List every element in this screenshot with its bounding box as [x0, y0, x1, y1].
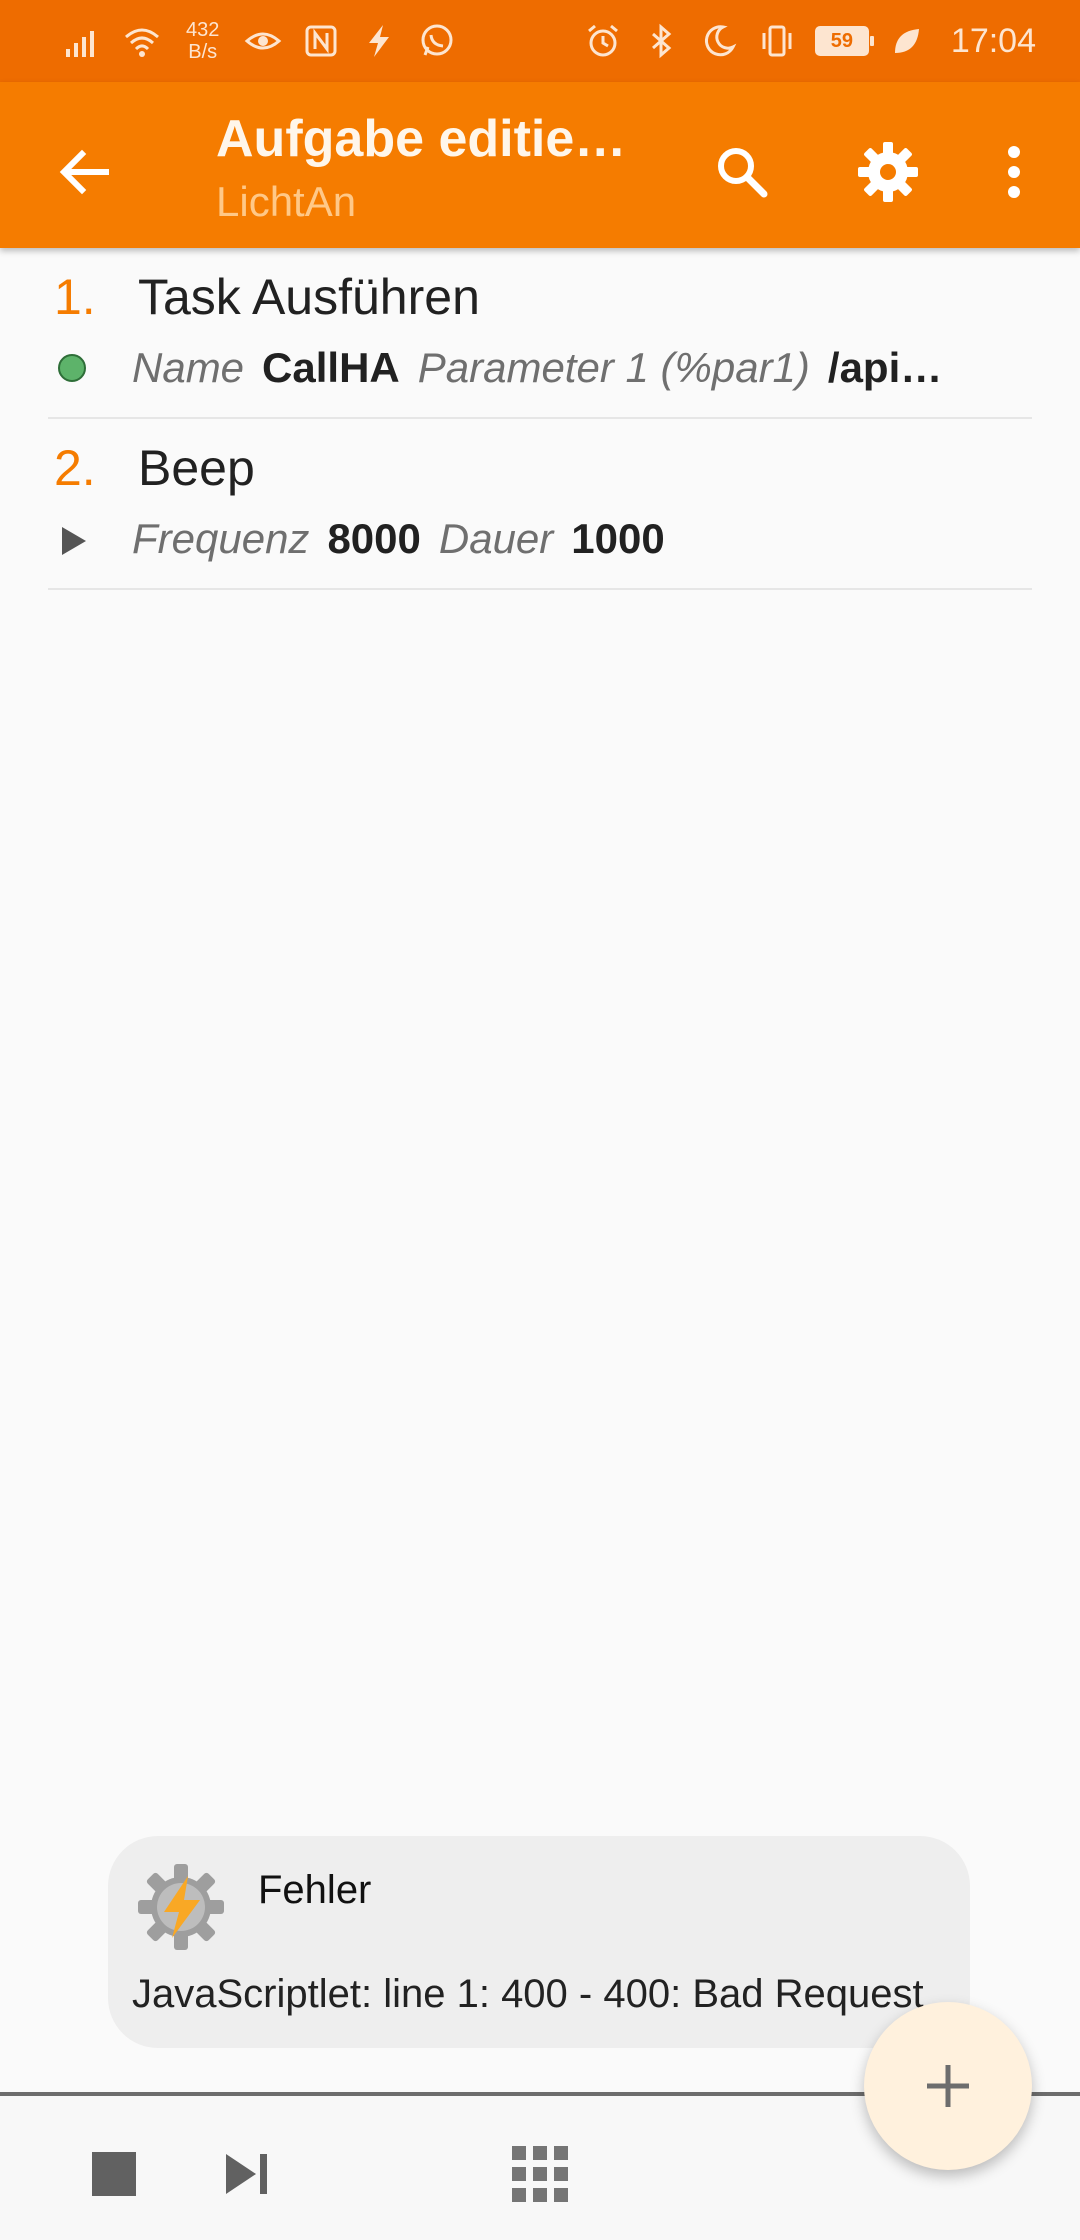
overflow-menu-button[interactable] — [966, 124, 1062, 220]
tasker-app-icon — [138, 1864, 224, 1950]
arg-label: Parameter 1 (%par1) — [417, 344, 810, 391]
step-forward-icon — [226, 2154, 267, 2194]
back-button[interactable] — [44, 132, 124, 212]
add-action-button[interactable] — [864, 2002, 1032, 2170]
arg-value: 1000 — [571, 515, 665, 562]
gear-icon — [858, 142, 918, 202]
tasker-bolt-icon — [369, 25, 390, 57]
action-number: 1. — [54, 269, 96, 325]
plus-icon — [927, 2065, 969, 2107]
status-bar-right: 59 17:04 — [583, 21, 1036, 61]
grid-icon — [512, 2146, 568, 2202]
arg-label: Dauer — [438, 515, 554, 562]
settings-button[interactable] — [840, 124, 936, 220]
search-icon — [718, 148, 768, 198]
play-icon[interactable] — [62, 527, 86, 555]
signal-icon — [66, 31, 94, 57]
search-button[interactable] — [694, 124, 790, 220]
toast-message: JavaScriptlet: line 1: 400 - 400: Bad Re… — [132, 1972, 924, 2016]
app-bar: Aufgabe editie… LichtAn — [0, 82, 1080, 248]
page-subtitle: LichtAn — [216, 178, 357, 225]
more-vert-icon — [1008, 146, 1020, 198]
action-args: Frequenz 8000 Dauer 1000 — [132, 515, 1012, 563]
action-number: 2. — [54, 440, 96, 496]
arg-label: Name — [132, 344, 245, 391]
toast-title: Fehler — [258, 1868, 372, 1912]
battery-icon: 59 — [814, 26, 874, 56]
leaf-icon — [894, 29, 919, 53]
arg-value: CallHA — [262, 344, 400, 391]
title-block: Aufgabe editie… LichtAn — [216, 104, 656, 230]
action-item[interactable]: 1. Task Ausführen Name CallHA Parameter … — [48, 248, 1032, 419]
network-speed-unit: B/s — [188, 41, 218, 63]
stop-button[interactable] — [64, 2124, 164, 2224]
action-name: Task Ausführen — [138, 269, 480, 325]
action-list: 1. Task Ausführen Name CallHA Parameter … — [0, 248, 1080, 590]
status-bar: 432 B/s 59 17:04 — [0, 0, 1080, 82]
whatsapp-icon — [421, 24, 453, 56]
arg-value: /api… — [827, 344, 943, 391]
error-toast: Fehler JavaScriptlet: line 1: 400 - 400:… — [108, 1836, 970, 2048]
alarm-icon — [587, 24, 618, 57]
enabled-dot-icon[interactable] — [58, 354, 86, 382]
step-button[interactable] — [196, 2124, 296, 2224]
arg-label: Frequenz — [132, 515, 310, 562]
network-speed: 432 B/s — [186, 19, 219, 63]
arrow-back-icon — [59, 149, 109, 195]
arg-value: 8000 — [327, 515, 421, 562]
action-args: Name CallHA Parameter 1 (%par1) /api… — [132, 344, 1012, 392]
wifi-icon — [125, 28, 159, 57]
action-name: Beep — [138, 440, 255, 496]
vibrate-icon — [762, 25, 792, 57]
action-item[interactable]: 2. Beep Frequenz 8000 Dauer 1000 — [48, 419, 1032, 590]
page-title: Aufgabe editie… — [216, 110, 627, 168]
clock: 17:04 — [950, 21, 1036, 60]
nfc-icon — [305, 25, 337, 57]
grid-button[interactable] — [490, 2124, 590, 2224]
moon-icon — [704, 25, 737, 57]
bluetooth-icon — [651, 23, 672, 59]
status-bar-left: 432 B/s — [64, 19, 457, 63]
stop-icon — [92, 2152, 136, 2196]
network-speed-value: 432 — [186, 19, 220, 41]
eye-icon — [245, 32, 282, 50]
